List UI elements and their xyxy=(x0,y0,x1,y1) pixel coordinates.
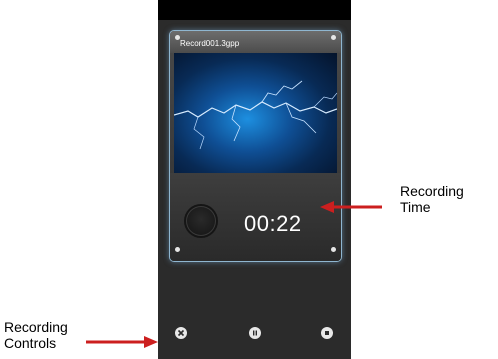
time-arrow xyxy=(320,201,382,213)
recording-controls xyxy=(158,320,351,346)
phone-screen: Record001.3gpp 00:22 xyxy=(158,0,351,359)
corner-dot-bottom-right xyxy=(331,247,336,252)
timer-panel: 00:22 xyxy=(170,173,341,261)
stop-icon xyxy=(321,327,333,339)
controls-arrow xyxy=(86,336,158,348)
pause-icon xyxy=(249,327,261,339)
lightning-artwork xyxy=(174,53,337,173)
discard-button[interactable] xyxy=(172,324,190,342)
recording-time-annotation: Recording Time xyxy=(400,183,464,215)
pause-button[interactable] xyxy=(246,324,264,342)
annotation-text: Recording xyxy=(400,183,464,199)
annotation-text: Controls xyxy=(4,335,57,351)
recording-controls-annotation: Recording Controls xyxy=(4,319,68,351)
corner-dot-bottom-left xyxy=(175,247,180,252)
corner-dot-top-left xyxy=(175,35,180,40)
annotation-text: Recording xyxy=(4,319,68,335)
recording-filename: Record001.3gpp xyxy=(180,39,240,48)
recording-time: 00:22 xyxy=(244,211,302,236)
status-bar xyxy=(158,0,351,20)
card-header: Record001.3gpp xyxy=(170,31,341,53)
close-icon xyxy=(175,327,187,339)
annotation-text: Time xyxy=(400,199,431,215)
corner-dot-top-right xyxy=(331,35,336,40)
recording-card: Record001.3gpp 00:22 xyxy=(169,30,342,262)
stop-button[interactable] xyxy=(318,324,336,342)
record-level-dial xyxy=(184,204,218,238)
